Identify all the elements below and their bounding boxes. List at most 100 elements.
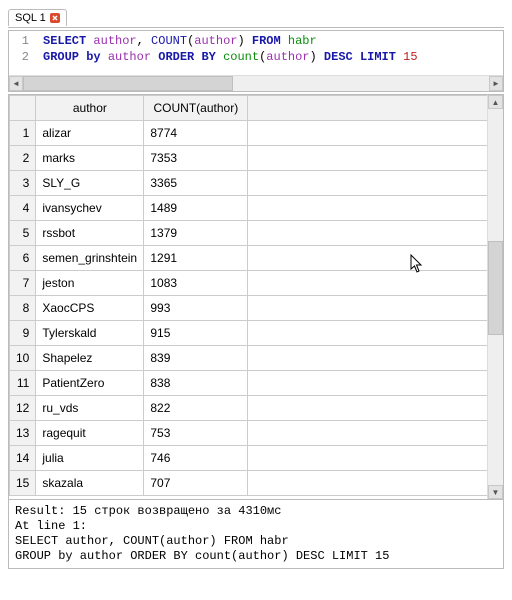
- table-row[interactable]: 4ivansychev1489: [10, 196, 488, 221]
- table-row[interactable]: 2marks7353: [10, 146, 488, 171]
- cell-author[interactable]: ivansychev: [36, 196, 144, 221]
- table-row[interactable]: 12ru_vds822: [10, 396, 488, 421]
- scroll-right-icon[interactable]: ►: [489, 76, 503, 91]
- results-table-wrap[interactable]: author COUNT(author) 1alizar87742marks73…: [9, 95, 487, 499]
- row-number-cell: 15: [10, 471, 36, 496]
- cell-empty: [248, 321, 487, 346]
- cell-empty: [248, 471, 487, 496]
- code-line[interactable]: SELECT author, COUNT(author) FROM habr: [43, 33, 503, 49]
- editor-horizontal-scrollbar[interactable]: ◄ ►: [9, 75, 503, 91]
- row-number-cell: 10: [10, 346, 36, 371]
- results-header-row: author COUNT(author): [10, 96, 488, 121]
- cell-author[interactable]: SLY_G: [36, 171, 144, 196]
- cell-author[interactable]: rssbot: [36, 221, 144, 246]
- column-header-author[interactable]: author: [36, 96, 144, 121]
- row-number-cell: 4: [10, 196, 36, 221]
- cell-count[interactable]: 753: [144, 421, 248, 446]
- tab-sql-1[interactable]: SQL 1: [8, 9, 67, 26]
- editor-code[interactable]: SELECT author, COUNT(author) FROM habrGR…: [35, 33, 503, 75]
- corner-cell: [10, 96, 36, 121]
- table-row[interactable]: 9Tylerskald915: [10, 321, 488, 346]
- status-output: Result: 15 строк возвращено за 4310мс At…: [8, 500, 504, 569]
- scroll-thumb[interactable]: [488, 241, 503, 335]
- cell-author[interactable]: julia: [36, 446, 144, 471]
- cell-count[interactable]: 1083: [144, 271, 248, 296]
- cell-count[interactable]: 1291: [144, 246, 248, 271]
- table-row[interactable]: 11PatientZero838: [10, 371, 488, 396]
- cell-empty: [248, 346, 487, 371]
- cell-author[interactable]: marks: [36, 146, 144, 171]
- status-line: SELECT author, COUNT(author) FROM habr: [15, 534, 289, 548]
- cell-author[interactable]: ragequit: [36, 421, 144, 446]
- scroll-track[interactable]: [488, 109, 503, 485]
- cell-count[interactable]: 8774: [144, 121, 248, 146]
- row-number-cell: 12: [10, 396, 36, 421]
- cell-empty: [248, 421, 487, 446]
- cell-author[interactable]: XaocCPS: [36, 296, 144, 321]
- row-number-cell: 2: [10, 146, 36, 171]
- status-line: GROUP by author ORDER BY count(author) D…: [15, 549, 389, 563]
- cell-count[interactable]: 7353: [144, 146, 248, 171]
- status-line: At line 1:: [15, 519, 87, 533]
- cell-author[interactable]: alizar: [36, 121, 144, 146]
- scroll-up-icon[interactable]: ▲: [488, 95, 503, 109]
- cell-author[interactable]: PatientZero: [36, 371, 144, 396]
- scroll-down-icon[interactable]: ▼: [488, 485, 503, 499]
- cell-author[interactable]: Shapelez: [36, 346, 144, 371]
- cell-empty: [248, 271, 487, 296]
- row-number-cell: 8: [10, 296, 36, 321]
- cell-count[interactable]: 707: [144, 471, 248, 496]
- cell-count[interactable]: 839: [144, 346, 248, 371]
- cell-empty: [248, 196, 487, 221]
- cell-empty: [248, 171, 487, 196]
- row-number-cell: 6: [10, 246, 36, 271]
- cell-empty: [248, 396, 487, 421]
- cell-count[interactable]: 993: [144, 296, 248, 321]
- row-number-cell: 14: [10, 446, 36, 471]
- line-number: 1: [9, 33, 29, 49]
- row-number-cell: 1: [10, 121, 36, 146]
- table-row[interactable]: 15skazala707: [10, 471, 488, 496]
- table-row[interactable]: 5rssbot1379: [10, 221, 488, 246]
- cell-count[interactable]: 1489: [144, 196, 248, 221]
- table-row[interactable]: 1alizar8774: [10, 121, 488, 146]
- line-number: 2: [9, 49, 29, 65]
- cell-author[interactable]: Tylerskald: [36, 321, 144, 346]
- table-row[interactable]: 7jeston1083: [10, 271, 488, 296]
- cell-empty: [248, 371, 487, 396]
- tab-label: SQL 1: [15, 12, 46, 24]
- cell-count[interactable]: 838: [144, 371, 248, 396]
- table-row[interactable]: 10Shapelez839: [10, 346, 488, 371]
- cell-count[interactable]: 915: [144, 321, 248, 346]
- row-number-cell: 9: [10, 321, 36, 346]
- row-number-cell: 7: [10, 271, 36, 296]
- cell-count[interactable]: 1379: [144, 221, 248, 246]
- cell-empty: [248, 121, 487, 146]
- column-header-count[interactable]: COUNT(author): [144, 96, 248, 121]
- close-icon[interactable]: [50, 13, 60, 23]
- results-vertical-scrollbar[interactable]: ▲ ▼: [487, 95, 503, 499]
- cell-author[interactable]: ru_vds: [36, 396, 144, 421]
- table-row[interactable]: 13ragequit753: [10, 421, 488, 446]
- table-row[interactable]: 6semen_grinshtein1291: [10, 246, 488, 271]
- status-line: Result: 15 строк возвращено за 4310мс: [15, 504, 281, 518]
- cell-count[interactable]: 3365: [144, 171, 248, 196]
- scroll-track[interactable]: [23, 76, 489, 91]
- table-row[interactable]: 14julia746: [10, 446, 488, 471]
- cell-count[interactable]: 822: [144, 396, 248, 421]
- cell-author[interactable]: jeston: [36, 271, 144, 296]
- tab-bar: SQL 1: [8, 8, 504, 28]
- cell-author[interactable]: semen_grinshtein: [36, 246, 144, 271]
- table-row[interactable]: 3SLY_G3365: [10, 171, 488, 196]
- results-pane: author COUNT(author) 1alizar87742marks73…: [8, 94, 504, 500]
- scroll-thumb[interactable]: [23, 76, 233, 91]
- sql-editor[interactable]: 12 SELECT author, COUNT(author) FROM hab…: [8, 30, 504, 92]
- cell-count[interactable]: 746: [144, 446, 248, 471]
- table-row[interactable]: 8XaocCPS993: [10, 296, 488, 321]
- row-number-cell: 11: [10, 371, 36, 396]
- cell-author[interactable]: skazala: [36, 471, 144, 496]
- scroll-left-icon[interactable]: ◄: [9, 76, 23, 91]
- results-table[interactable]: author COUNT(author) 1alizar87742marks73…: [9, 95, 487, 496]
- code-line[interactable]: GROUP by author ORDER BY count(author) D…: [43, 49, 503, 65]
- row-number-cell: 3: [10, 171, 36, 196]
